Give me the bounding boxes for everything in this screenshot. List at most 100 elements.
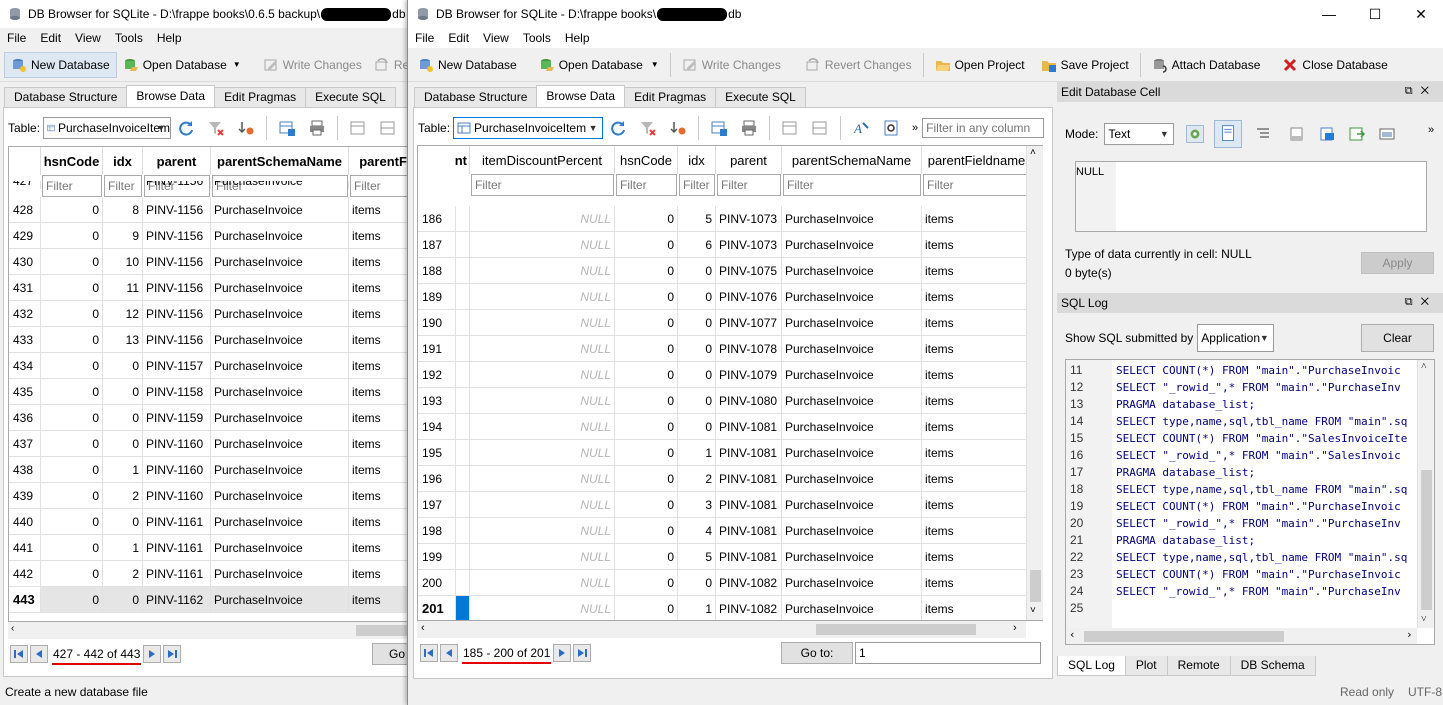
cell-partial[interactable] <box>456 388 470 414</box>
cell-hsn[interactable]: 0 <box>615 518 678 544</box>
tab-browse-data[interactable]: Browse Data <box>126 85 216 107</box>
table-row[interactable]: 186 NULL 0 5 PINV-1073 PurchaseInvoice items <box>418 206 1032 232</box>
cell-hsn[interactable]: 0 <box>615 570 678 596</box>
cell-field[interactable]: items <box>922 310 1032 336</box>
cell-field[interactable]: items <box>349 535 410 561</box>
sql-log-vertical-scrollbar[interactable]: ˄ ˅ <box>1417 360 1434 628</box>
filter-parent-input[interactable]: Filter <box>717 174 781 196</box>
cell-schema[interactable]: PurchaseInvoice <box>211 457 349 483</box>
data-grid[interactable]: nt itemDiscountPercent Filter hsnCode Filter… <box>417 145 1043 621</box>
tab-remote[interactable]: Remote <box>1166 656 1231 676</box>
tab-browse-data[interactable]: Browse Data <box>536 85 626 107</box>
cell-parent[interactable]: PINV-1161 <box>143 535 211 561</box>
cell-idx[interactable]: 0 <box>678 258 716 284</box>
dock-overflow-icon[interactable]: » <box>1428 124 1434 136</box>
cell-partial[interactable] <box>456 492 470 518</box>
scroll-left-icon[interactable]: ‹ <box>421 622 425 634</box>
table-row[interactable]: 441 0 1 PINV-1161 PurchaseInvoice items <box>9 535 410 561</box>
table-row[interactable]: 199 NULL 0 5 PINV-1081 PurchaseInvoice items <box>418 544 1032 570</box>
cell-partial[interactable] <box>456 414 470 440</box>
cell-parent[interactable]: PINV-1082 <box>716 570 782 596</box>
cell-hsn[interactable]: 0 <box>615 232 678 258</box>
scroll-thumb[interactable] <box>1030 570 1041 602</box>
goto-input[interactable]: 1 <box>855 642 1041 664</box>
cell-schema[interactable]: PurchaseInvoice <box>782 466 922 492</box>
cell-idx[interactable]: 1 <box>103 535 143 561</box>
cell-idx[interactable]: 0 <box>103 587 143 613</box>
corner-header[interactable] <box>9 147 41 175</box>
goto-button[interactable]: Go to: <box>781 642 853 664</box>
table-row[interactable]: 193 NULL 0 0 PINV-1080 PurchaseInvoice items <box>418 388 1032 414</box>
cell-hsn[interactable]: 0 <box>41 275 103 301</box>
cell-idx[interactable]: 2 <box>103 561 143 587</box>
cell-idx[interactable]: 2 <box>678 466 716 492</box>
print-icon[interactable] <box>308 119 326 137</box>
header-parent-schema-name[interactable]: parentSchemaName <box>211 147 349 175</box>
delete-record-icon[interactable] <box>811 119 829 137</box>
cell-hsn[interactable]: 0 <box>41 587 103 613</box>
cell-idx[interactable]: 0 <box>103 353 143 379</box>
cell-parent[interactable]: PINV-1156 <box>143 301 211 327</box>
cell-schema[interactable]: PurchaseInvoice <box>211 197 349 223</box>
cell-parent[interactable]: PINV-1081 <box>716 518 782 544</box>
cell-idx[interactable]: 0 <box>103 509 143 535</box>
maximize-button[interactable]: ☐ <box>1352 0 1398 28</box>
dock-float-close-icons[interactable]: ⧉✕ <box>1405 296 1437 309</box>
cell-parent[interactable]: PINV-1077 <box>716 310 782 336</box>
menu-file[interactable]: File <box>0 31 33 45</box>
clear-log-button[interactable]: Clear <box>1361 324 1434 352</box>
cell-hsn[interactable]: 0 <box>41 431 103 457</box>
cell-partial[interactable] <box>456 258 470 284</box>
header-idx[interactable]: idx <box>678 146 716 174</box>
header-parent-fieldname[interactable]: parentFie <box>349 147 410 175</box>
cell-hsn[interactable]: 0 <box>41 327 103 353</box>
cell-parent[interactable]: PINV-1078 <box>716 336 782 362</box>
find-icon[interactable] <box>882 119 900 137</box>
cell-parent[interactable]: PINV-1158 <box>143 379 211 405</box>
header-hsncode[interactable]: hsnCode <box>41 147 103 175</box>
next-record-button[interactable] <box>143 645 162 663</box>
cell-schema[interactable]: PurchaseInvoice <box>211 249 349 275</box>
table-row[interactable]: 435 0 0 PINV-1158 PurchaseInvoice items <box>9 379 410 405</box>
cell-idx[interactable]: 0 <box>678 414 716 440</box>
cell-hsn[interactable]: 0 <box>41 249 103 275</box>
save-table-icon[interactable] <box>710 119 728 137</box>
scroll-thumb[interactable] <box>816 624 976 635</box>
cell-disc[interactable]: NULL <box>470 310 615 336</box>
cell-field[interactable]: items <box>922 492 1032 518</box>
prev-record-button[interactable] <box>30 645 48 663</box>
filter-any-column-input[interactable] <box>922 118 1045 138</box>
open-database-button[interactable]: Open Database ▼ <box>117 52 247 78</box>
apply-button[interactable]: Apply <box>1361 252 1434 274</box>
cell-idx[interactable]: 0 <box>678 336 716 362</box>
cell-parent[interactable]: PINV-1081 <box>716 466 782 492</box>
save-project-button[interactable]: Save Project <box>1035 52 1135 78</box>
cell-hsn[interactable]: 0 <box>41 223 103 249</box>
menu-tools[interactable]: Tools <box>108 31 150 45</box>
table-row[interactable]: 437 0 0 PINV-1160 PurchaseInvoice items <box>9 431 410 457</box>
table-select[interactable]: PurchaseInvoiceItem ▼ <box>43 117 172 139</box>
cell-field[interactable]: items <box>922 284 1032 310</box>
cell-schema[interactable]: PurchaseInvoice <box>211 379 349 405</box>
cell-parent[interactable]: PINV-1161 <box>143 509 211 535</box>
cell-idx[interactable]: 5 <box>678 544 716 570</box>
table-row[interactable]: 440 0 0 PINV-1161 PurchaseInvoice items <box>9 509 410 535</box>
insert-record-icon[interactable] <box>781 119 799 137</box>
header-item-discount-percent[interactable]: itemDiscountPercent <box>470 146 615 174</box>
cell-parent[interactable]: PINV-1081 <box>716 544 782 570</box>
menu-edit[interactable]: Edit <box>33 31 68 45</box>
open-in-editor-icon[interactable] <box>1378 125 1396 143</box>
cell-idx[interactable]: 0 <box>678 310 716 336</box>
cell-hsn[interactable]: 0 <box>615 206 678 232</box>
last-record-button[interactable] <box>163 645 182 663</box>
import-file-icon[interactable] <box>1288 125 1306 143</box>
sql-log-editor[interactable]: 11 SELECT COUNT(*) FROM "main"."PurchaseI… <box>1065 359 1435 645</box>
clear-sorting-icon[interactable] <box>669 119 687 137</box>
cell-field[interactable]: items <box>349 275 410 301</box>
cell-parent[interactable]: PINV-1157 <box>143 353 211 379</box>
scroll-thumb[interactable] <box>1421 470 1432 610</box>
header-parent[interactable]: parent <box>716 146 782 174</box>
cell-field[interactable]: items <box>922 570 1032 596</box>
table-row[interactable]: 192 NULL 0 0 PINV-1079 PurchaseInvoice items <box>418 362 1032 388</box>
filter-idx-input[interactable]: Filter <box>679 174 715 196</box>
